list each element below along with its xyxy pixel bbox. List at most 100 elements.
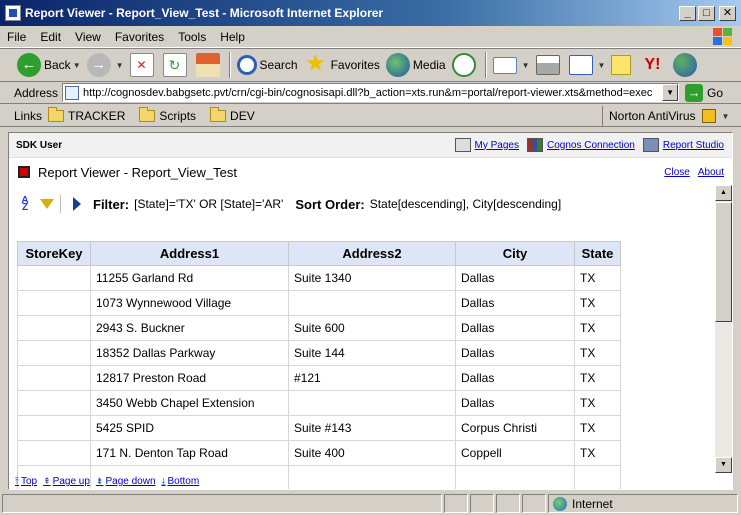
cell-city: Dallas bbox=[455, 265, 575, 291]
ie-app-icon bbox=[5, 5, 21, 21]
top-link[interactable]: ⤒ Top bbox=[15, 476, 37, 487]
cell-state: TX bbox=[574, 265, 621, 291]
menu-favorites[interactable]: Favorites bbox=[108, 30, 171, 44]
link-tracker[interactable]: TRACKER bbox=[48, 106, 125, 123]
history-button[interactable] bbox=[449, 50, 482, 80]
link-dev[interactable]: DEV bbox=[210, 106, 255, 123]
forward-dropdown-icon[interactable]: ▼ bbox=[116, 61, 124, 70]
search-button[interactable]: Search bbox=[234, 50, 301, 80]
my-pages-link[interactable]: My Pages bbox=[454, 138, 519, 152]
sort-order-label: Sort Order: bbox=[295, 196, 365, 212]
notes-button[interactable] bbox=[608, 50, 637, 80]
back-button[interactable]: ← Back ▼ bbox=[14, 50, 84, 80]
forward-arrow-icon: → bbox=[86, 53, 111, 77]
menu-file[interactable]: File bbox=[0, 30, 33, 44]
cell-storekey bbox=[17, 390, 91, 416]
close-window-button[interactable]: ✕ bbox=[719, 5, 736, 21]
cell-address1: 1073 Wynnewood Village bbox=[90, 290, 289, 316]
page-down-link[interactable]: ⇟ Page down bbox=[96, 476, 156, 487]
refresh-button[interactable]: ↻ bbox=[160, 50, 193, 80]
mail-button[interactable]: ▼ bbox=[490, 50, 533, 80]
menu-tools[interactable]: Tools bbox=[171, 30, 213, 44]
page-up-link[interactable]: ⇞ Page up bbox=[43, 476, 90, 487]
table-row: 171 N. Denton Tap Road Suite 400 Coppell TX bbox=[17, 440, 621, 466]
bottom-link[interactable]: ⤓ Bottom bbox=[162, 476, 200, 487]
cell-city: Dallas bbox=[455, 390, 575, 416]
menu-view[interactable]: View bbox=[68, 30, 108, 44]
cell-state: TX bbox=[574, 340, 621, 366]
go-button[interactable]: → Go bbox=[685, 83, 723, 102]
address-label: Address bbox=[14, 85, 59, 100]
cell-address1: 3450 Webb Chapel Extension bbox=[90, 390, 289, 416]
window-title: Report Viewer - Report_View_Test - Micro… bbox=[25, 6, 384, 20]
status-cell bbox=[444, 494, 468, 513]
folder-icon bbox=[48, 106, 65, 122]
scroll-down-button[interactable]: ▼ bbox=[715, 457, 732, 473]
cell-storekey bbox=[17, 315, 91, 341]
messenger-button[interactable] bbox=[670, 50, 703, 80]
back-label: Back bbox=[44, 58, 71, 72]
about-link[interactable]: About bbox=[698, 167, 724, 178]
maximize-button[interactable]: □ bbox=[698, 5, 715, 21]
security-zone: Internet bbox=[548, 494, 738, 513]
filter-funnel-icon[interactable] bbox=[40, 199, 54, 209]
report-studio-link[interactable]: Report Studio bbox=[642, 138, 724, 152]
run-report-icon[interactable] bbox=[73, 197, 81, 211]
cognos-connection-link[interactable]: Cognos Connection bbox=[527, 138, 635, 152]
print-button[interactable] bbox=[533, 50, 566, 80]
search-label: Search bbox=[259, 58, 298, 72]
link-scripts[interactable]: Scripts bbox=[139, 106, 196, 123]
back-dropdown-icon[interactable]: ▼ bbox=[73, 61, 81, 70]
table-row: 1073 Wynnewood Village Dallas TX bbox=[17, 290, 621, 316]
link-dev-label: DEV bbox=[230, 108, 255, 123]
refresh-icon: ↻ bbox=[162, 53, 187, 77]
filter-value: [State]='TX' OR [State]='AR' bbox=[134, 197, 284, 211]
menu-help[interactable]: Help bbox=[213, 30, 252, 44]
edit-page-icon bbox=[568, 55, 593, 75]
links-label: Links bbox=[14, 108, 43, 123]
norton-antivirus-button[interactable]: Norton AntiVirus ▼ bbox=[602, 106, 729, 126]
vertical-scrollbar[interactable]: ▲ ▼ bbox=[715, 185, 732, 473]
scroll-up-button[interactable]: ▲ bbox=[715, 185, 732, 201]
printer-icon bbox=[535, 55, 560, 75]
table-row: 11255 Garland Rd Suite 1340 Dallas TX bbox=[17, 265, 621, 291]
address-input[interactable]: http://cognosdev.babgsetc.pvt/crn/cgi-bi… bbox=[62, 83, 680, 102]
stop-button[interactable]: ✕ bbox=[127, 50, 160, 80]
yahoo-button[interactable]: Y! bbox=[637, 50, 670, 80]
address-url[interactable]: http://cognosdev.babgsetc.pvt/crn/cgi-bi… bbox=[83, 87, 662, 99]
internet-zone-icon bbox=[553, 496, 567, 511]
cell-address2: Suite 144 bbox=[288, 340, 456, 366]
minimize-button[interactable]: _ bbox=[679, 5, 696, 21]
norton-dropdown-icon[interactable]: ▼ bbox=[722, 112, 730, 121]
header-address1: Address1 bbox=[90, 241, 289, 266]
edit-button[interactable]: ▼ bbox=[566, 50, 609, 80]
home-icon bbox=[195, 53, 220, 77]
report-studio-icon bbox=[642, 138, 659, 152]
status-cell bbox=[470, 494, 494, 513]
scroll-thumb[interactable] bbox=[715, 202, 732, 322]
cell-storekey bbox=[17, 415, 91, 441]
forward-button[interactable]: → ▼ bbox=[84, 50, 127, 80]
header-address2: Address2 bbox=[288, 241, 456, 266]
portal-header: SDK User My Pages Cognos Connection Repo… bbox=[9, 133, 732, 158]
cell-address2: Suite 400 bbox=[288, 440, 456, 466]
folder-icon bbox=[210, 106, 227, 122]
cell-address1: 12817 Preston Road bbox=[90, 365, 289, 391]
page-down-label: Page down bbox=[105, 476, 156, 487]
page-up-arrow-icon: ⇞ bbox=[43, 476, 51, 486]
page-navigation: ⤒ Top ⇞ Page up ⇟ Page down ⤓ Bottom bbox=[9, 473, 732, 489]
address-dropdown-icon[interactable]: ▼ bbox=[662, 84, 679, 101]
media-button[interactable]: Media bbox=[383, 50, 449, 80]
cell-address2: Suite #143 bbox=[288, 415, 456, 441]
mail-icon bbox=[492, 56, 517, 74]
page-down-arrow-icon: ⇟ bbox=[95, 476, 104, 486]
mail-dropdown-icon[interactable]: ▼ bbox=[522, 61, 530, 70]
favorites-button[interactable]: ★ Favorites bbox=[301, 50, 383, 80]
report-viewer-icon bbox=[18, 166, 30, 178]
sort-az-icon[interactable]: AZ bbox=[18, 196, 32, 213]
edit-dropdown-icon[interactable]: ▼ bbox=[598, 61, 606, 70]
menu-edit[interactable]: Edit bbox=[33, 30, 68, 44]
table-header-row: StoreKey Address1 Address2 City State bbox=[17, 241, 621, 266]
close-link[interactable]: Close bbox=[664, 167, 690, 178]
home-button[interactable] bbox=[193, 50, 226, 80]
